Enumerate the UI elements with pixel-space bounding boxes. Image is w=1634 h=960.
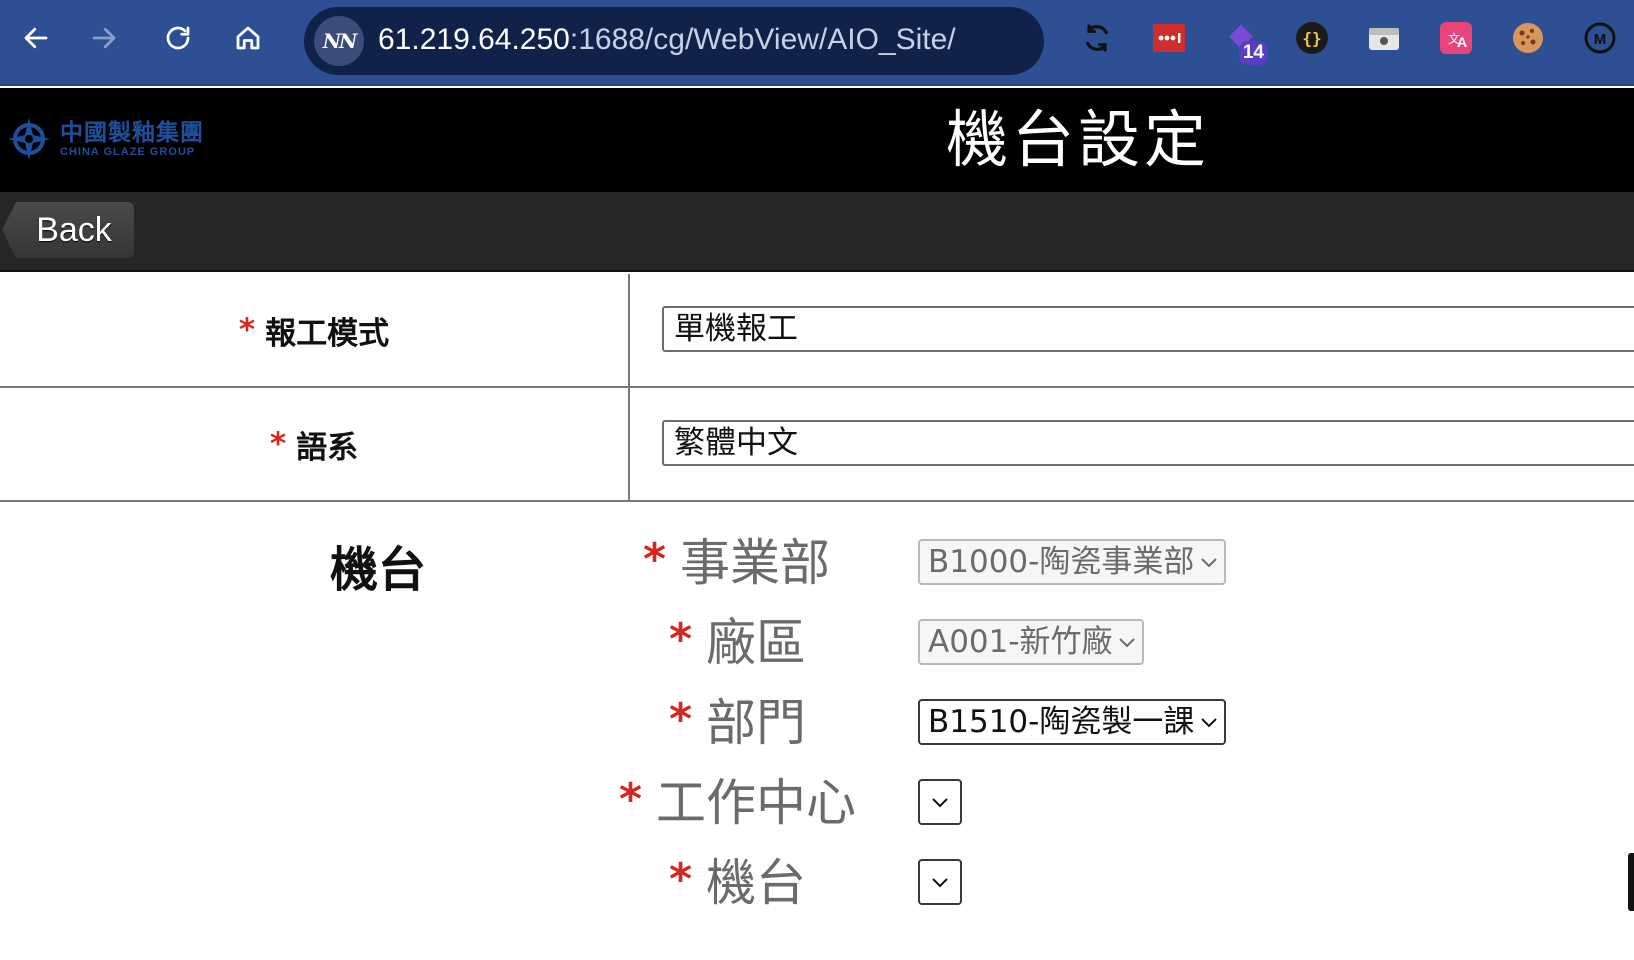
chevron-down-icon [920, 861, 960, 903]
plant-select[interactable]: A001-新竹廠 [918, 619, 1144, 665]
extension-badge: 14 [1238, 41, 1268, 65]
report-mode-label: 報工模式 [265, 315, 390, 352]
chevron-down-icon [1200, 701, 1218, 743]
required-mark: * [238, 312, 256, 348]
report-mode-field[interactable]: 單機報工 [662, 306, 1634, 352]
back-arrow-icon[interactable] [16, 18, 56, 58]
required-mark: * [669, 854, 693, 905]
report-mode-row: * 報工模式 單機報工 [0, 274, 1634, 388]
forward-arrow-icon[interactable] [84, 18, 124, 58]
compass-logo-icon [8, 118, 50, 160]
division-label-text: 事業部 [680, 534, 831, 592]
translate-icon[interactable]: 文A [1437, 19, 1475, 57]
url-text[interactable]: 61.219.64.250:1688/cg/WebView/AIO_Site/ [378, 23, 956, 57]
address-bar[interactable]: NN 61.219.64.250:1688/cg/WebView/AIO_Sit… [304, 7, 1044, 75]
company-logo: 中國製釉集團 CHINA GLAZE GROUP [6, 116, 204, 162]
required-mark: * [619, 774, 643, 825]
work-center-label-text: 工作中心 [656, 774, 857, 832]
wallet-icon[interactable] [1365, 19, 1403, 57]
chevron-down-icon [920, 781, 960, 823]
required-mark: * [669, 694, 693, 745]
division-label: * 事業部 [643, 530, 830, 593]
machine-label: * 機台 [669, 850, 806, 913]
report-mode-label-cell: * 報工模式 [0, 274, 630, 386]
svg-text:A: A [1457, 34, 1467, 50]
department-select[interactable]: B1510-陶瓷製一課 [918, 699, 1226, 745]
division-select[interactable]: B1000-陶瓷事業部 [918, 539, 1226, 585]
logo-english-text: CHINA GLAZE GROUP [60, 146, 196, 158]
division-select-value: B1000-陶瓷事業部 [928, 544, 1195, 580]
department-label: * 部門 [669, 690, 806, 753]
app-header: 中國製釉集團 CHINA GLAZE GROUP 機台設定 [0, 88, 1634, 192]
work-center-select[interactable] [918, 779, 962, 825]
sync-icon[interactable] [1078, 19, 1116, 57]
required-mark: * [643, 534, 667, 585]
password-manager-icon[interactable] [1150, 19, 1188, 57]
logo-chinese-text: 中國製釉集團 [60, 119, 204, 146]
cookie-icon[interactable] [1509, 19, 1547, 57]
plant-select-value: A001-新竹廠 [928, 624, 1113, 660]
metamask-icon[interactable]: M [1581, 19, 1619, 57]
chevron-down-icon [1118, 621, 1136, 663]
machine-label-text: 機台 [706, 854, 807, 912]
required-mark: * [269, 426, 287, 462]
scrollbar-thumb[interactable] [1628, 853, 1634, 911]
department-label-text: 部門 [706, 694, 807, 752]
url-host: 61.219.64.250 [378, 23, 570, 56]
work-center-label: * 工作中心 [619, 770, 856, 833]
machine-select[interactable] [918, 859, 962, 905]
browser-toolbar: NN 61.219.64.250:1688/cg/WebView/AIO_Sit… [0, 0, 1634, 86]
site-favicon: NN [314, 16, 364, 66]
plant-label-text: 廠區 [706, 614, 807, 672]
required-mark: * [669, 614, 693, 665]
page-toolbar: Back [0, 192, 1634, 272]
language-row: * 語系 繁體中文 [0, 388, 1634, 502]
reload-icon[interactable] [158, 18, 198, 58]
language-field[interactable]: 繁體中文 [662, 420, 1634, 466]
svg-text:M: M [1594, 31, 1607, 48]
svg-text:{}: {} [1302, 29, 1321, 48]
chevron-down-icon [1200, 541, 1218, 583]
machine-section-heading: 機台 [330, 542, 427, 598]
json-viewer-icon[interactable]: {} [1293, 19, 1331, 57]
language-label: 語系 [296, 429, 359, 466]
page-title: 機台設定 [946, 103, 1211, 176]
plant-label: * 廠區 [669, 610, 806, 673]
tag-counter-icon[interactable]: 14 [1222, 19, 1268, 65]
back-button[interactable]: Back [2, 202, 134, 258]
home-icon[interactable] [228, 18, 268, 58]
language-label-cell: * 語系 [0, 388, 630, 500]
url-path: :1688/cg/WebView/AIO_Site/ [569, 23, 956, 56]
department-select-value: B1510-陶瓷製一課 [928, 704, 1195, 740]
